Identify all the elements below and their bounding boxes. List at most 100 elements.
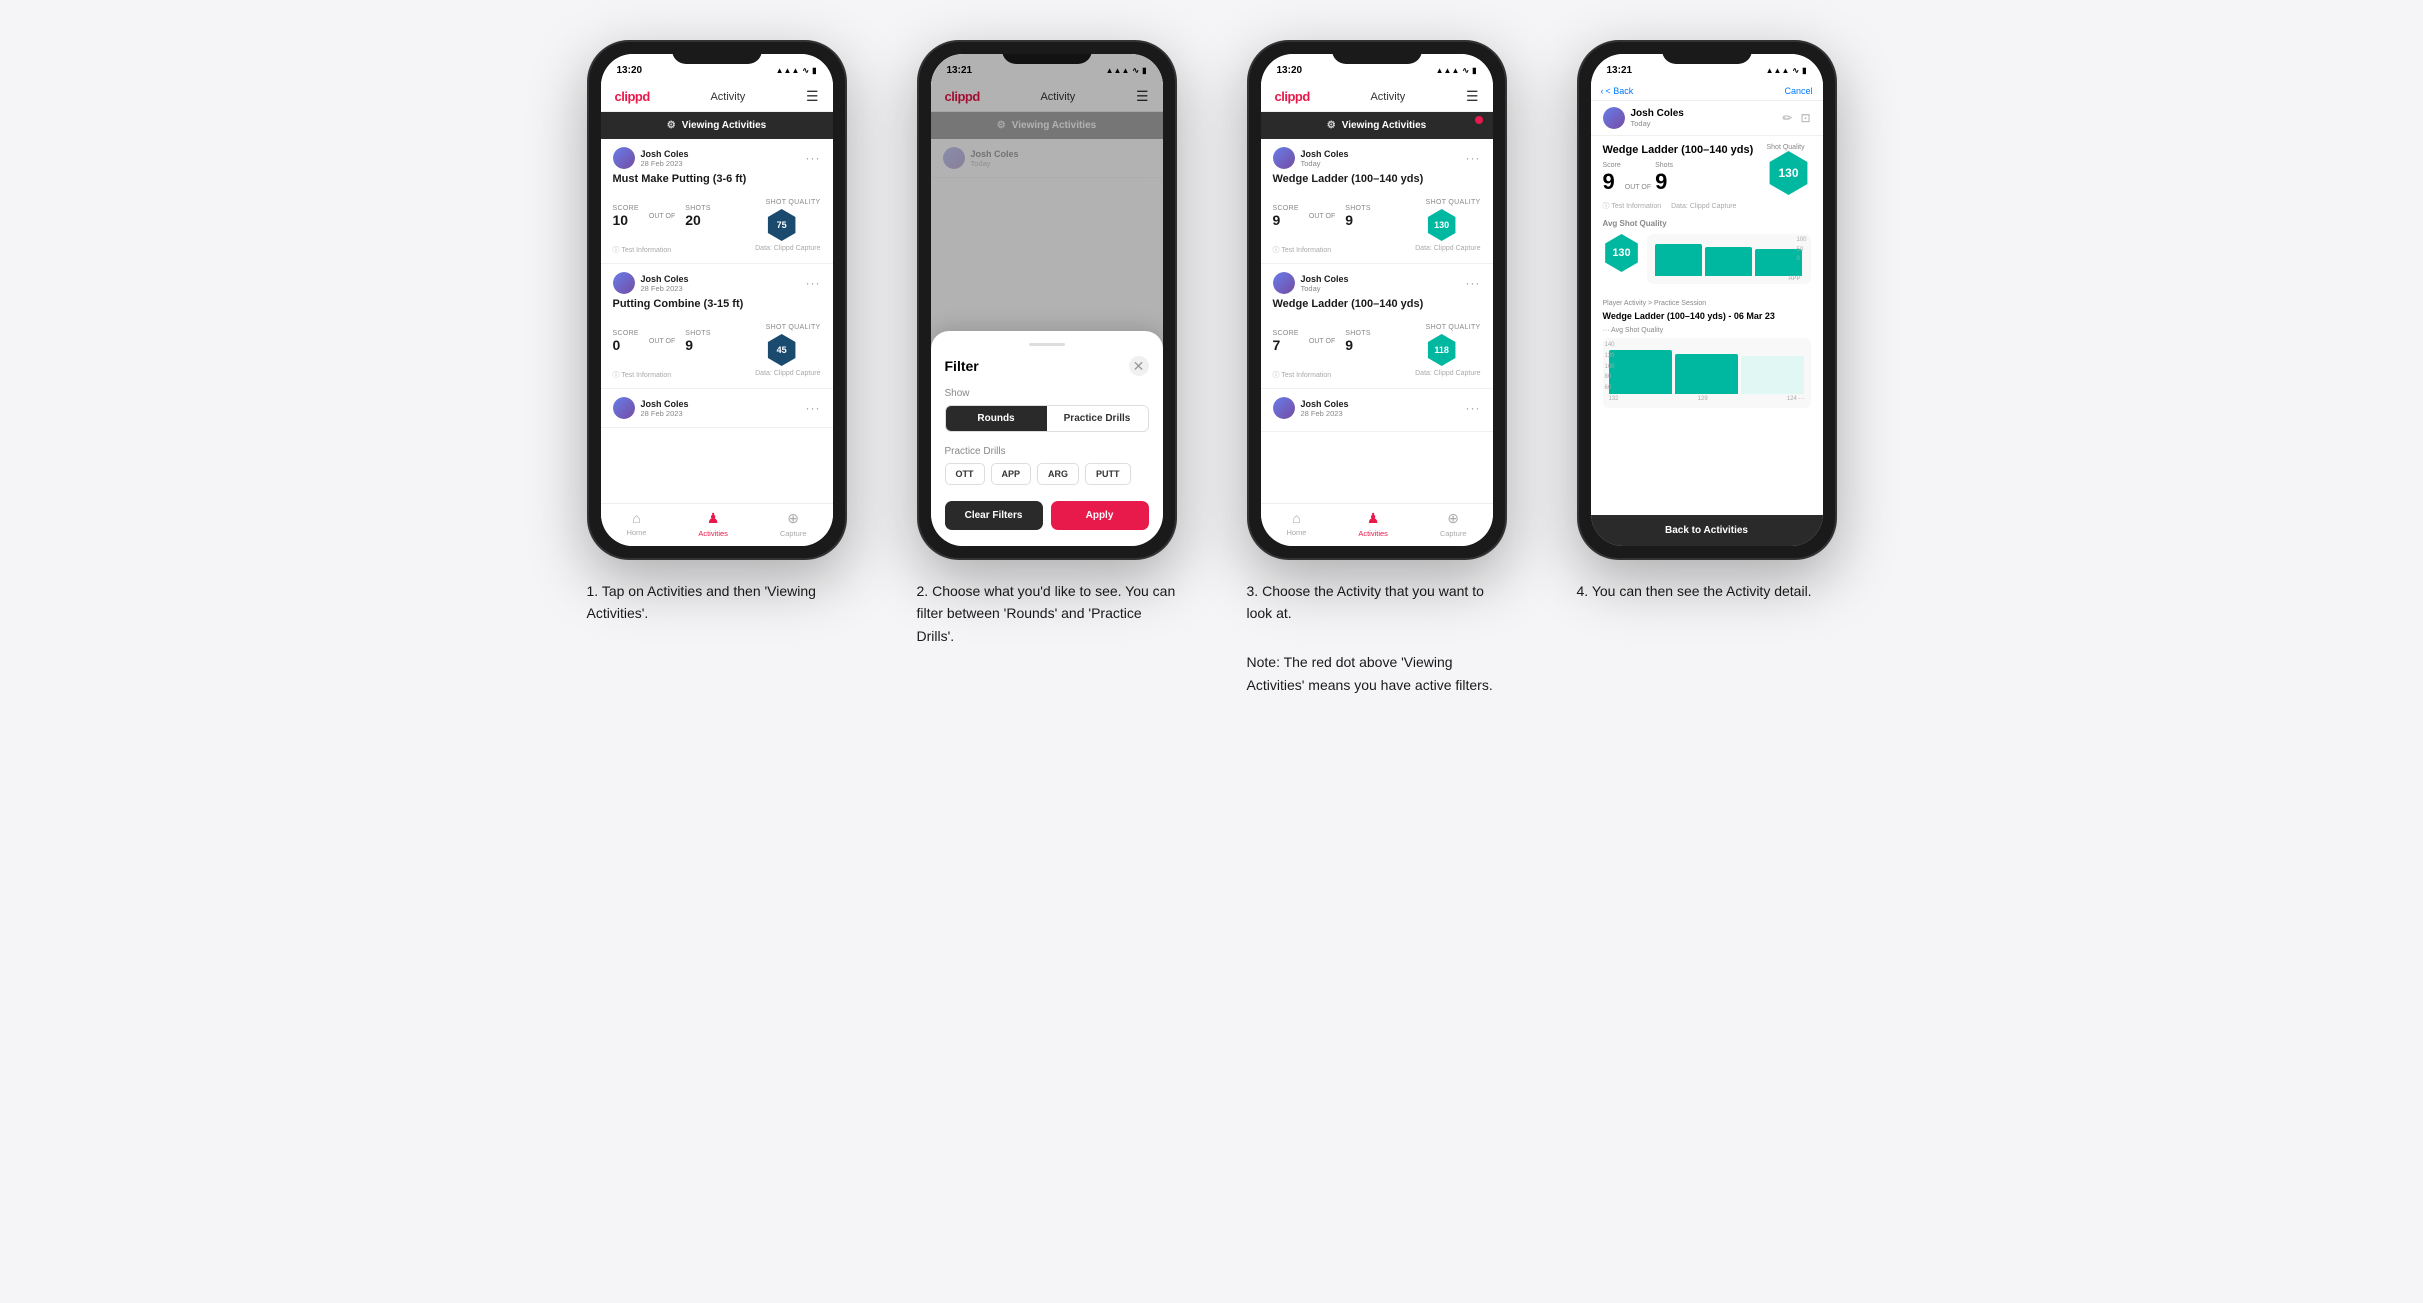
- footer-left-1-2: ⓘ Test Information: [613, 370, 672, 380]
- toggle-practice-drills[interactable]: Practice Drills: [1047, 406, 1148, 431]
- activity-card-1-1[interactable]: Josh Coles 28 Feb 2023 ··· Must Make Put…: [601, 139, 833, 264]
- stat-shots-3-2: Shots 9: [1345, 330, 1371, 353]
- quality-badge-3-2: 118: [1426, 334, 1458, 366]
- session-chart-bars: [1609, 344, 1805, 394]
- detail-user-date: Today: [1631, 119, 1684, 128]
- user-date-3-3: 28 Feb 2023: [1301, 409, 1349, 418]
- more-dots-1-1[interactable]: ···: [806, 151, 821, 165]
- detail-score-value: 9: [1603, 169, 1615, 194]
- toggle-rounds[interactable]: Rounds: [946, 406, 1047, 431]
- clear-filters-button[interactable]: Clear Filters: [945, 501, 1043, 530]
- home-icon-1: ⌂: [632, 510, 640, 526]
- apply-button[interactable]: Apply: [1051, 501, 1149, 530]
- detail-header: ‹ < Back Cancel: [1591, 82, 1823, 101]
- battery-icon-3: ▮: [1472, 66, 1476, 75]
- cancel-button[interactable]: Cancel: [1784, 86, 1812, 96]
- user-details-3-1: Josh Coles Today: [1301, 149, 1349, 168]
- avg-quality-area: 130 APP 100 5: [1603, 234, 1811, 292]
- viewing-activities-bar-1[interactable]: ⚙ Viewing Activities: [601, 112, 833, 139]
- back-button[interactable]: ‹ < Back: [1601, 86, 1634, 96]
- expand-icon[interactable]: ⊡: [1800, 111, 1810, 125]
- nav-home-1[interactable]: ⌂ Home: [626, 510, 646, 538]
- more-dots-3-2[interactable]: ···: [1466, 276, 1481, 290]
- detail-shots-group: Shots 9: [1655, 162, 1673, 195]
- nav-home-3[interactable]: ⌂ Home: [1286, 510, 1306, 538]
- y-label-0: 0: [1796, 255, 1806, 265]
- step-number-2: 2.: [917, 583, 929, 599]
- quality-group-1-2: Shot Quality 45: [766, 316, 821, 366]
- user-details-3-2: Josh Coles Today: [1301, 274, 1349, 293]
- battery-icon: ▮: [812, 66, 816, 75]
- drill-arg[interactable]: ARG: [1037, 463, 1079, 485]
- hamburger-icon-3[interactable]: ☰: [1466, 88, 1479, 105]
- quality-label-1-1: Shot Quality: [766, 199, 821, 206]
- activity-card-3-1[interactable]: Josh Coles Today ··· Wedge Ladder (100–1…: [1261, 139, 1493, 264]
- user-date-3-1: Today: [1301, 159, 1349, 168]
- detail-title-score-row: Wedge Ladder (100–140 yds) Score 9 OUT O…: [1603, 144, 1811, 195]
- quality-group-3-1: Shot Quality 130: [1426, 191, 1481, 241]
- nav-capture-1[interactable]: ⊕ Capture: [780, 510, 807, 538]
- back-to-activities-button[interactable]: Back to Activities: [1591, 515, 1823, 546]
- stat-shots-3-1: Shots 9: [1345, 205, 1371, 228]
- avg-quality-hex: 130: [1603, 234, 1641, 272]
- chart-bar-3: [1755, 249, 1802, 276]
- activity-card-3-2[interactable]: Josh Coles Today ··· Wedge Ladder (100–1…: [1261, 264, 1493, 389]
- stat-score-3-1: Score 9: [1273, 205, 1299, 228]
- activity-title-1-1: Must Make Putting (3-6 ft): [613, 173, 821, 185]
- close-button[interactable]: ✕: [1129, 356, 1149, 376]
- user-info-1-1: Josh Coles 28 Feb 2023: [613, 147, 689, 169]
- stat-group-score-1-2: Score 0: [613, 330, 639, 353]
- drill-ott[interactable]: OTT: [945, 463, 985, 485]
- session-bar-2: [1675, 354, 1738, 394]
- detail-score-label: Score: [1603, 162, 1621, 169]
- user-details-1-2: Josh Coles 28 Feb 2023: [641, 274, 689, 293]
- footer-left-3-2: ⓘ Test Information: [1273, 370, 1332, 380]
- card-header-3-3: Josh Coles 28 Feb 2023 ···: [1273, 397, 1481, 419]
- more-dots-1-2[interactable]: ···: [806, 276, 821, 290]
- more-dots-3-3[interactable]: ···: [1466, 401, 1481, 415]
- phone-3: 13:20 ▲▲▲ ∿ ▮ clippd Activity ☰ ⚙ View: [1247, 40, 1507, 560]
- nav-activities-3[interactable]: ♟ Activities: [1358, 510, 1388, 538]
- more-dots-1-3[interactable]: ···: [806, 401, 821, 415]
- stat-group-shots-1-2: Shots 9: [685, 330, 711, 353]
- session-chart-labels: 132 129 124 ···: [1609, 396, 1805, 402]
- phone-1: 13:20 ▲▲▲ ∿ ▮ clippd Activity ☰ ⚙ View: [587, 40, 847, 560]
- score-value-1-2: 0: [613, 337, 639, 353]
- activity-card-1-2[interactable]: Josh Coles 28 Feb 2023 ··· Putting Combi…: [601, 264, 833, 389]
- user-name-3-1: Josh Coles: [1301, 149, 1349, 159]
- shots-label-1-1: Shots: [685, 205, 711, 212]
- session-y-80: 80: [1605, 372, 1615, 383]
- drill-putt[interactable]: PUTT: [1085, 463, 1131, 485]
- detail-action-icons: ✏ ⊡: [1782, 111, 1810, 125]
- detail-user-name: Josh Coles: [1631, 108, 1684, 119]
- signal-icon-4: ▲▲▲: [1766, 66, 1790, 75]
- practice-drills-label: Practice Drills: [945, 446, 1149, 457]
- nav-activities-1[interactable]: ♟ Activities: [698, 510, 728, 538]
- stats-row-3-1: Score 9 OUT OF Shots 9 Shot Quality 130: [1273, 191, 1481, 241]
- detail-info-row: ⓘ Test Information Data: Clippd Capture: [1603, 201, 1811, 211]
- quality-group-1-1: Shot Quality 75: [766, 191, 821, 241]
- step-4: 13:21 ▲▲▲ ∿ ▮ ‹ < Back Cancel: [1557, 40, 1857, 606]
- avg-shot-label: ··· Avg Shot Quality: [1603, 327, 1811, 334]
- drill-app[interactable]: APP: [991, 463, 1032, 485]
- capture-icon-1: ⊕: [787, 510, 799, 527]
- session-y-120: 120: [1605, 351, 1615, 362]
- edit-icon[interactable]: ✏: [1782, 111, 1792, 125]
- step-desc-text-2: 2. Choose what you'd like to see. You ca…: [917, 580, 1177, 647]
- wifi-icon-3: ∿: [1462, 66, 1469, 75]
- step-desc-text-1: 1. Tap on Activities and then 'Viewing A…: [587, 580, 847, 625]
- detail-shots-label: Shots: [1655, 162, 1673, 169]
- modal-title: Filter: [945, 358, 979, 374]
- more-dots-3-1[interactable]: ···: [1466, 151, 1481, 165]
- player-activity-label: Player Activity > Practice Session: [1603, 300, 1811, 307]
- shots-val-3-1: 9: [1345, 212, 1371, 228]
- nav-home-label-1: Home: [626, 528, 646, 537]
- chart-bar-2: [1705, 247, 1752, 276]
- avatar-1-3: [613, 397, 635, 419]
- viewing-activities-bar-3[interactable]: ⚙ Viewing Activities: [1261, 112, 1493, 139]
- step-3: 13:20 ▲▲▲ ∿ ▮ clippd Activity ☰ ⚙ View: [1227, 40, 1527, 700]
- app-header-3: clippd Activity ☰: [1261, 82, 1493, 112]
- nav-capture-3[interactable]: ⊕ Capture: [1440, 510, 1467, 538]
- stat-score-3-2: Score 7: [1273, 330, 1299, 353]
- hamburger-icon-1[interactable]: ☰: [806, 88, 819, 105]
